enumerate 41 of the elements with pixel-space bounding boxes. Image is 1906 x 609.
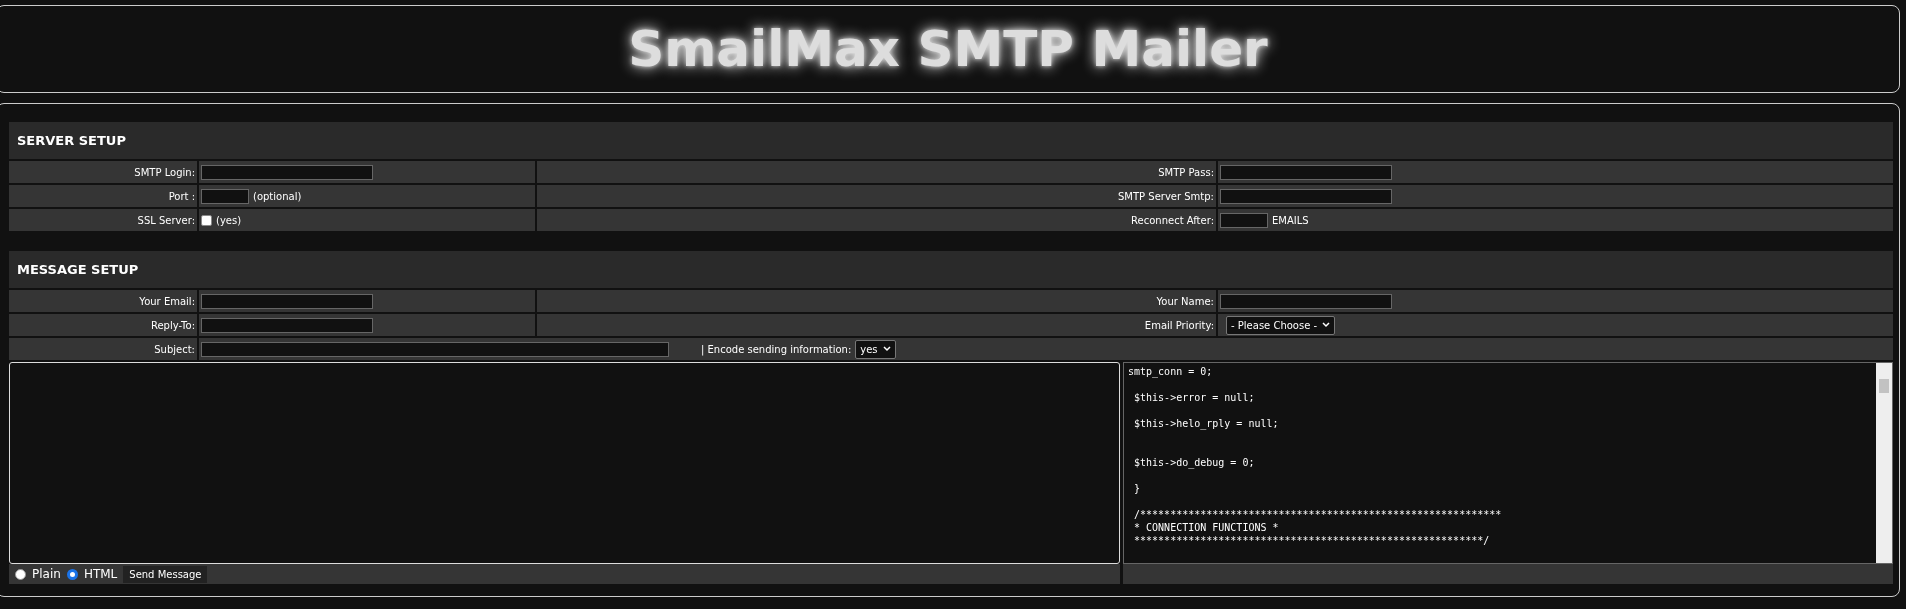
field-label: Reply-To: [150,319,195,331]
encode-dropdown[interactable]: yes [855,339,896,359]
field-note: (yes) [216,214,242,226]
radio-button[interactable] [66,568,78,580]
checkbox[interactable] [201,214,212,226]
field-label: Subject: [154,343,195,355]
priority-dropdown[interactable]: - Please Choose - [1226,315,1336,335]
message-body-field[interactable] [9,362,1120,564]
input-field[interactable] [201,293,373,309]
section-heading: SERVER SETUP [9,122,1893,159]
section-heading: MESSAGE SETUP [9,251,1893,288]
field-label: SSL Server: [137,214,195,226]
radio-label: HTML [83,567,118,581]
field-label: Port : [168,190,195,202]
input-field[interactable] [1220,212,1268,228]
field-label: SMTP Pass: [1158,166,1214,178]
input-field[interactable] [201,317,373,333]
input-field[interactable] [1220,293,1392,309]
input-field[interactable] [1220,164,1392,180]
input-field[interactable] [201,188,249,204]
field-note: (optional) [253,190,302,202]
input-field[interactable] [201,164,373,180]
page-title: SmailMax SMTP Mailer [628,20,1268,78]
caret-icon [1322,322,1331,328]
field-label: Email Priority: [1144,319,1214,331]
radio-label: Plain [32,567,61,581]
field-label: Reconnect After: [1131,214,1214,226]
send-button[interactable]: Send Message [123,565,208,583]
scrollbar[interactable] [1876,363,1892,563]
code-textarea[interactable] [1123,362,1893,564]
field-label: SMTP Login: [134,166,195,178]
input-field[interactable] [1220,188,1392,204]
caret-icon [882,346,891,352]
field-label: | Encode sending information: [701,343,852,355]
code-text: smtp_conn = 0; $this->error = null; $this->helo_rply = null; $this->do_debug = 0; } /************************************************************ * CONNECTION FUNCTIONS * **********************************************************/ [1127,365,1503,548]
field-label: SMTP Server Smtp: [1118,190,1214,202]
radio-button[interactable] [15,568,26,580]
field-label: Your Name: [1156,295,1214,307]
field-label: Your Email: [139,295,195,307]
input-field[interactable] [201,341,669,357]
field-note: EMAILS [1272,214,1309,226]
